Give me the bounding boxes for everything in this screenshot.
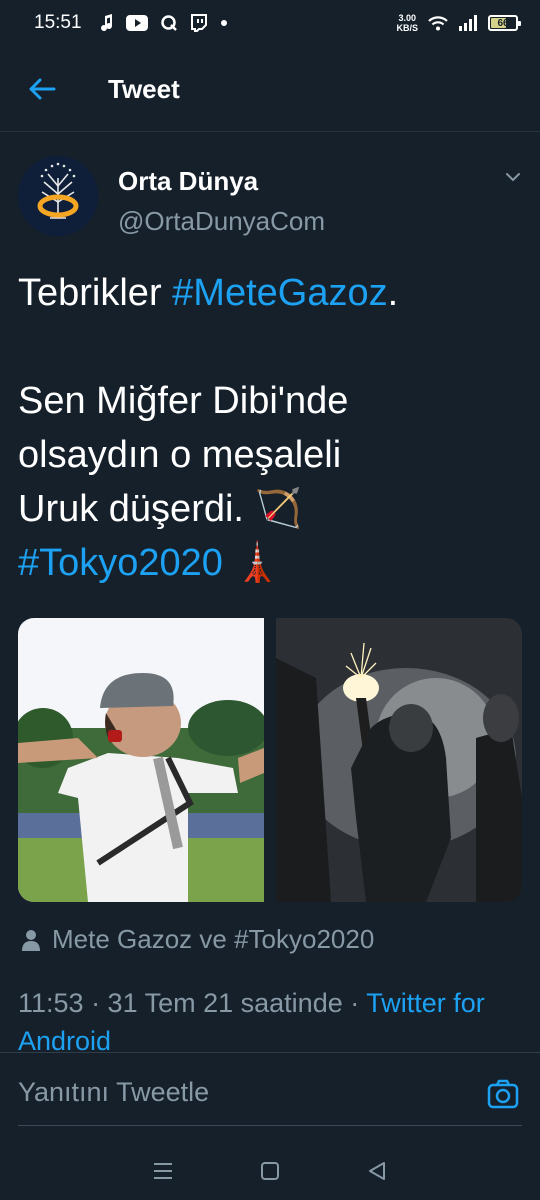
reply-underline (18, 1125, 522, 1126)
tower-emoji: 🗼 (233, 542, 281, 584)
tweet-text: Tebrikler #MeteGazoz. Sen Miğfer Dibi'nd… (18, 266, 522, 590)
music-note-icon (100, 14, 114, 32)
author-name[interactable]: Orta Dünya (118, 166, 258, 197)
white-tree-ring-logo (18, 156, 98, 236)
recent-apps-button[interactable] (151, 1159, 175, 1183)
dot-icon (220, 19, 228, 27)
network-speed-value: 3.00 (398, 13, 416, 23)
tweet-text-segment: Tebrikler (18, 272, 173, 314)
header-divider (0, 131, 540, 132)
wifi-icon (428, 15, 448, 31)
camera-icon (487, 1079, 519, 1109)
network-speed-unit: KB/S (396, 23, 418, 33)
tweet-text-line: Uruk düşerdi. 🏹 (18, 488, 302, 530)
tagged-text: Mete Gazoz ve #Tokyo2020 (52, 924, 375, 954)
tweet-options-button[interactable] (502, 166, 524, 188)
battery-icon: 66 (488, 15, 521, 31)
person-icon (22, 929, 40, 951)
chevron-down-icon (506, 173, 520, 182)
header: Tweet (0, 46, 540, 132)
back-button[interactable] (20, 67, 64, 111)
reply-bar: Yanıtını Tweetle (0, 1052, 540, 1142)
tweet-timestamp: 11:53 · 31 Tem 21 saatinde · (18, 988, 367, 1018)
avatar[interactable] (18, 156, 98, 236)
twitch-icon (190, 14, 208, 32)
network-speed: 3.00 KB/S (396, 13, 418, 33)
tweet-text-segment: . (387, 272, 399, 314)
archer-photo (18, 618, 264, 902)
back-nav-button[interactable] (365, 1159, 389, 1183)
tweet-meta: 11:53 · 31 Tem 21 saatinde · Twitter for… (18, 984, 522, 1060)
tweet-media (18, 618, 522, 902)
hashtag-link[interactable]: #Tokyo2020 (18, 542, 223, 584)
author-handle[interactable]: @OrtaDunyaCom (118, 206, 325, 237)
camera-button[interactable] (486, 1077, 520, 1111)
hashtag-link[interactable]: #MeteGazoz (172, 272, 387, 314)
page-title: Tweet (108, 73, 180, 104)
status-bar: 15:51 3.00 KB/S 66 (0, 0, 540, 46)
menu-icon (154, 1163, 173, 1179)
back-arrow-icon (29, 78, 56, 100)
home-button[interactable] (258, 1159, 282, 1183)
tweet-text-line: Sen Miğfer Dibi'nde (18, 380, 349, 422)
tweet-author: Orta Dünya @OrtaDunyaCom (18, 152, 528, 242)
tweet-text-line: olsaydın o meşaleli (18, 434, 342, 476)
tagged-users[interactable]: Mete Gazoz ve #Tokyo2020 (22, 924, 374, 955)
home-square-icon (260, 1162, 279, 1180)
q-app-icon (160, 14, 178, 32)
reply-input[interactable]: Yanıtını Tweetle (18, 1077, 209, 1108)
signal-icon (458, 15, 478, 31)
back-triangle-icon (368, 1162, 385, 1180)
uruk-torch-photo (276, 618, 522, 902)
media-photo-archer[interactable] (18, 618, 264, 902)
youtube-icon (125, 15, 148, 31)
system-nav-bar (0, 1142, 540, 1200)
media-photo-uruk[interactable] (276, 618, 522, 902)
battery-percent: 66 (497, 17, 509, 29)
status-time: 15:51 (34, 12, 82, 33)
